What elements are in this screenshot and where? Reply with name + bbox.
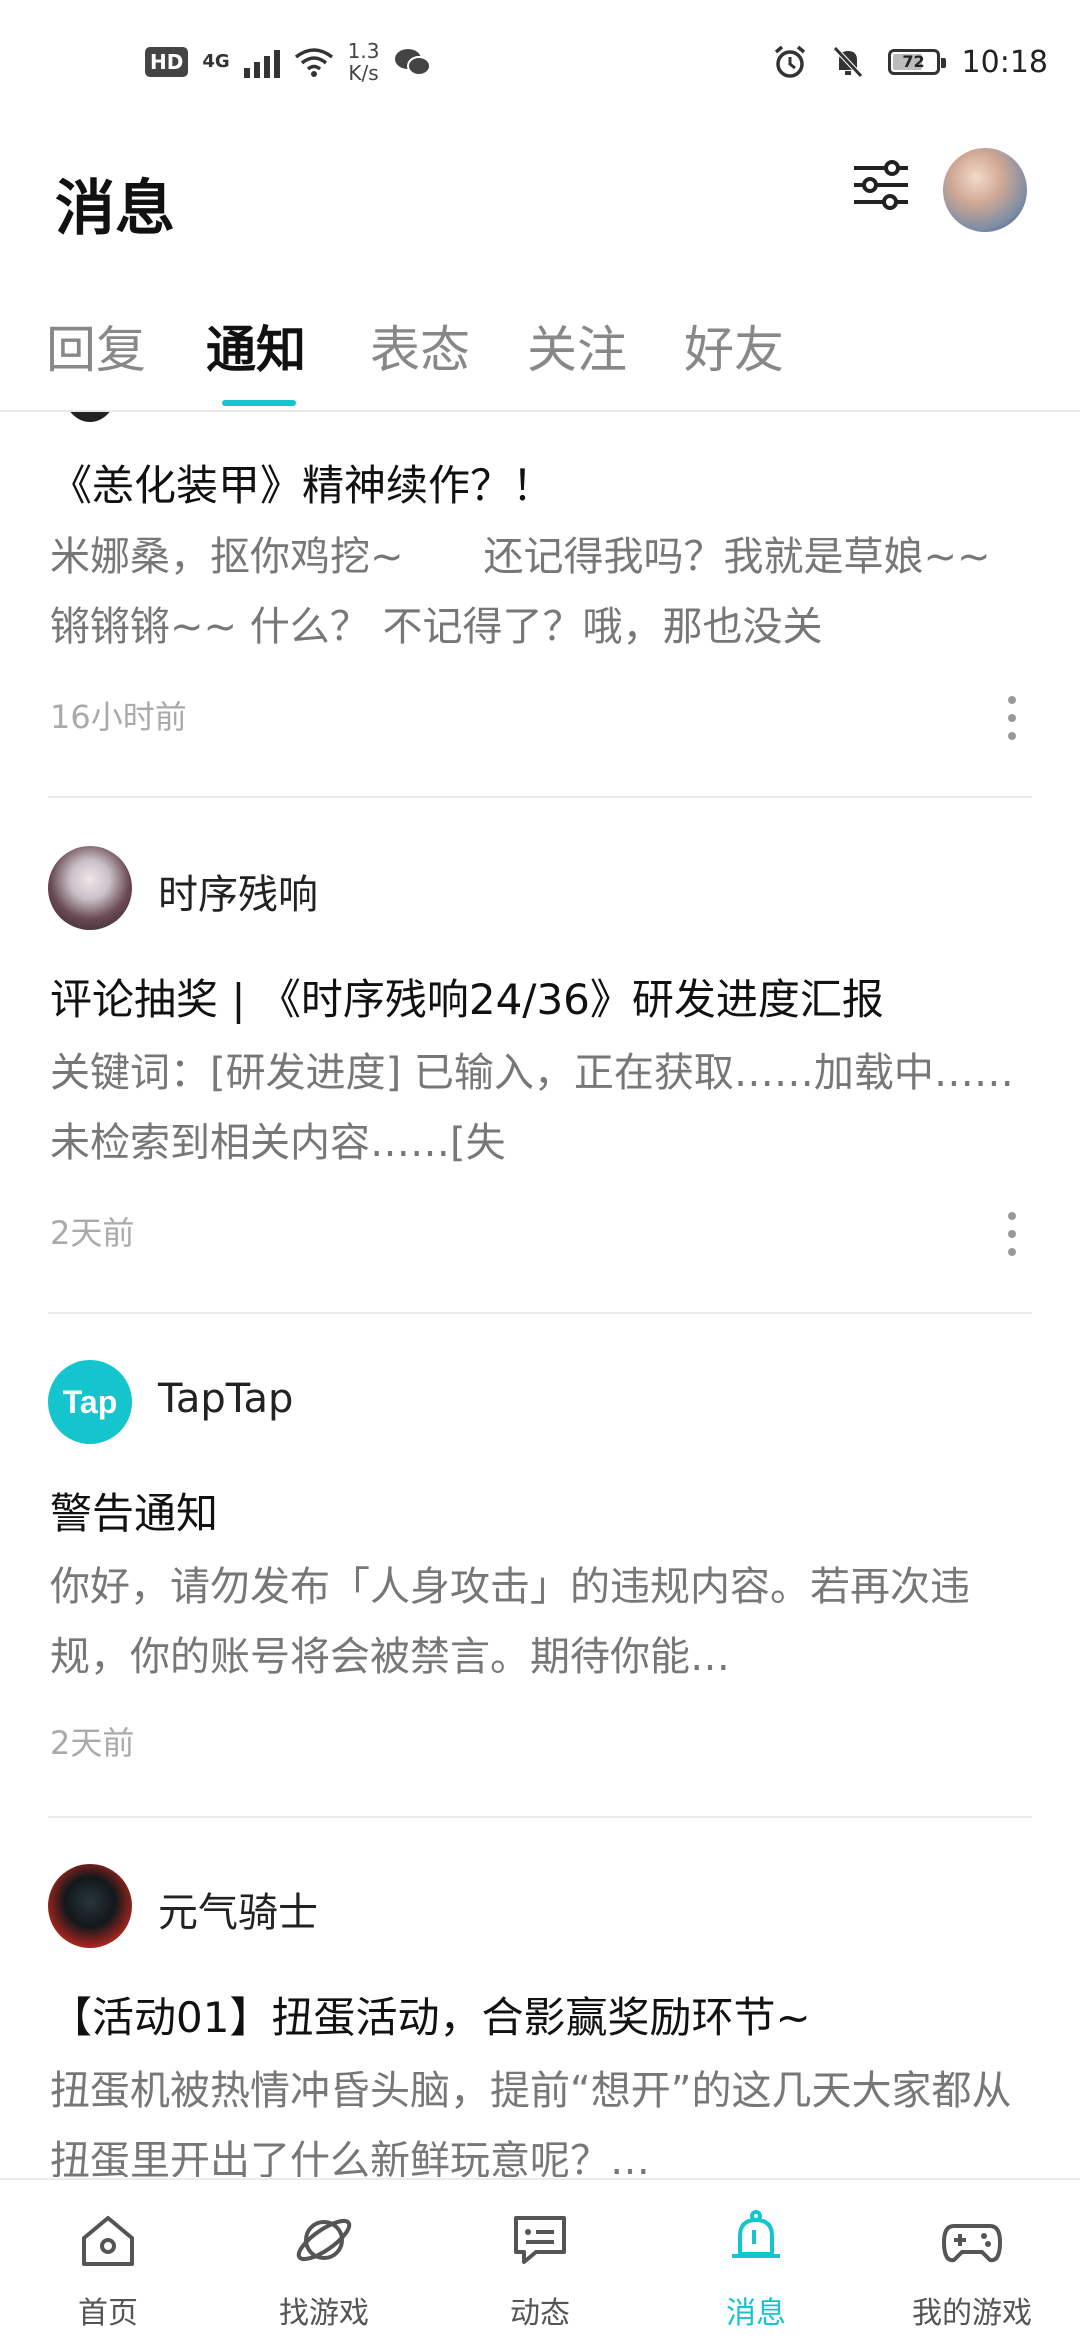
notification-list[interactable]: 《恙化装甲》精神续作？！ 米娜桑，抠你鸡挖~ 还记得我吗？我就是草娘~~ 锵锵锵… — [0, 412, 1080, 2177]
sender-avatar[interactable] — [48, 846, 132, 930]
signal-icon — [243, 46, 280, 78]
chat-bubble-icon — [514, 2216, 566, 2264]
sender-avatar — [62, 412, 118, 422]
nav-label: 首页 — [78, 2296, 138, 2331]
home-icon — [82, 2216, 134, 2266]
header: 消息 — [0, 130, 1080, 260]
notification-body: 你好，请勿发布「人身攻击」的违规内容。若再次违规，你的账号将会被禁言。期待你能… — [50, 1564, 970, 1680]
more-options-icon[interactable] — [1000, 1212, 1024, 1256]
notification-time: 2天前 — [50, 1214, 135, 1252]
user-avatar[interactable] — [943, 148, 1027, 232]
status-left: HD 4G 1.3 K/s — [145, 40, 433, 84]
planet-icon — [296, 2218, 352, 2262]
mute-icon — [832, 46, 863, 78]
alarm-icon — [774, 45, 805, 78]
nav-home[interactable]: 首页 — [0, 2180, 216, 2342]
tab-friends[interactable]: 好友 — [684, 310, 784, 382]
sender-name[interactable]: TapTap — [158, 1376, 293, 1422]
status-right: 72 10:18 — [772, 44, 1048, 80]
divider — [48, 1312, 1032, 1314]
sender-avatar[interactable] — [48, 1864, 132, 1948]
nav-find-games[interactable]: 找游戏 — [216, 2180, 432, 2342]
notification-title: 警告通知 — [50, 1489, 219, 1538]
message-tabs: 回复 通知 表态 关注 好友 — [0, 290, 1080, 412]
filter-settings-icon[interactable] — [848, 152, 914, 218]
nav-label: 消息 — [726, 2296, 786, 2331]
nav-messages[interactable]: 消息 — [648, 2180, 864, 2342]
notification-time: 2天前 — [50, 1724, 135, 1762]
network-type: 4G — [202, 51, 230, 72]
divider — [48, 1816, 1032, 1818]
hd-badge: HD — [145, 47, 189, 77]
notification-time: 16小时前 — [50, 698, 187, 736]
notification-body: 关键词：[研发进度] 已输入，正在获取……加载中……未检索到相关内容……[失 — [50, 1050, 1014, 1166]
speed-unit: K/s — [348, 61, 379, 85]
more-options-icon[interactable] — [1000, 696, 1024, 740]
tab-reply[interactable]: 回复 — [46, 310, 146, 382]
notification-title: 【活动01】扭蛋活动，合影赢奖励环节~ — [50, 1993, 811, 2042]
divider — [48, 796, 1032, 798]
nav-label: 动态 — [510, 2296, 570, 2331]
wifi-icon — [294, 48, 333, 77]
sender-name[interactable]: 元气骑士 — [158, 1880, 318, 1938]
notification-title: 评论抽奖 | 《时序残响24/36》研发进度汇报 — [50, 975, 884, 1024]
network-speed: 1.3 K/s — [348, 40, 380, 84]
tab-active-indicator — [222, 400, 296, 406]
speed-value: 1.3 — [347, 39, 380, 63]
status-bar: HD 4G 1.3 K/s 72 10:18 — [0, 0, 1080, 130]
taptap-logo-avatar[interactable]: Tap — [48, 1360, 132, 1444]
tab-notifications[interactable]: 通知 — [206, 310, 306, 382]
gamepad-icon — [942, 2224, 1002, 2263]
tab-reactions[interactable]: 表态 — [370, 310, 470, 382]
nav-feed[interactable]: 动态 — [432, 2180, 648, 2342]
nav-label: 找游戏 — [279, 2296, 369, 2331]
notification-body: 扭蛋机被热情冲昏头脑，提前“想开”的这几天大家都从扭蛋里开出了什么新鲜玩意呢？… — [50, 2068, 1012, 2177]
notification-body: 米娜桑，抠你鸡挖~ 还记得我吗？我就是草娘~~ 锵锵锵~~ 什么？ 不记得了？哦… — [50, 534, 991, 650]
sender-name[interactable]: 时序残响 — [158, 862, 318, 920]
bell-icon — [732, 2210, 780, 2258]
bottom-navigation: 首页 找游戏 动态 消息 我的游戏 — [0, 2178, 1080, 2342]
nav-label: 我的游戏 — [912, 2296, 1032, 2331]
clock: 10:18 — [961, 44, 1048, 80]
notification-title: 《恙化装甲》精神续作？！ — [50, 461, 555, 510]
battery-level: 72 — [902, 52, 925, 71]
page-title: 消息 — [55, 174, 175, 244]
battery-icon: 72 — [887, 49, 946, 75]
wechat-icon — [395, 49, 432, 76]
tab-following[interactable]: 关注 — [527, 310, 627, 382]
nav-my-games[interactable]: 我的游戏 — [864, 2180, 1080, 2342]
